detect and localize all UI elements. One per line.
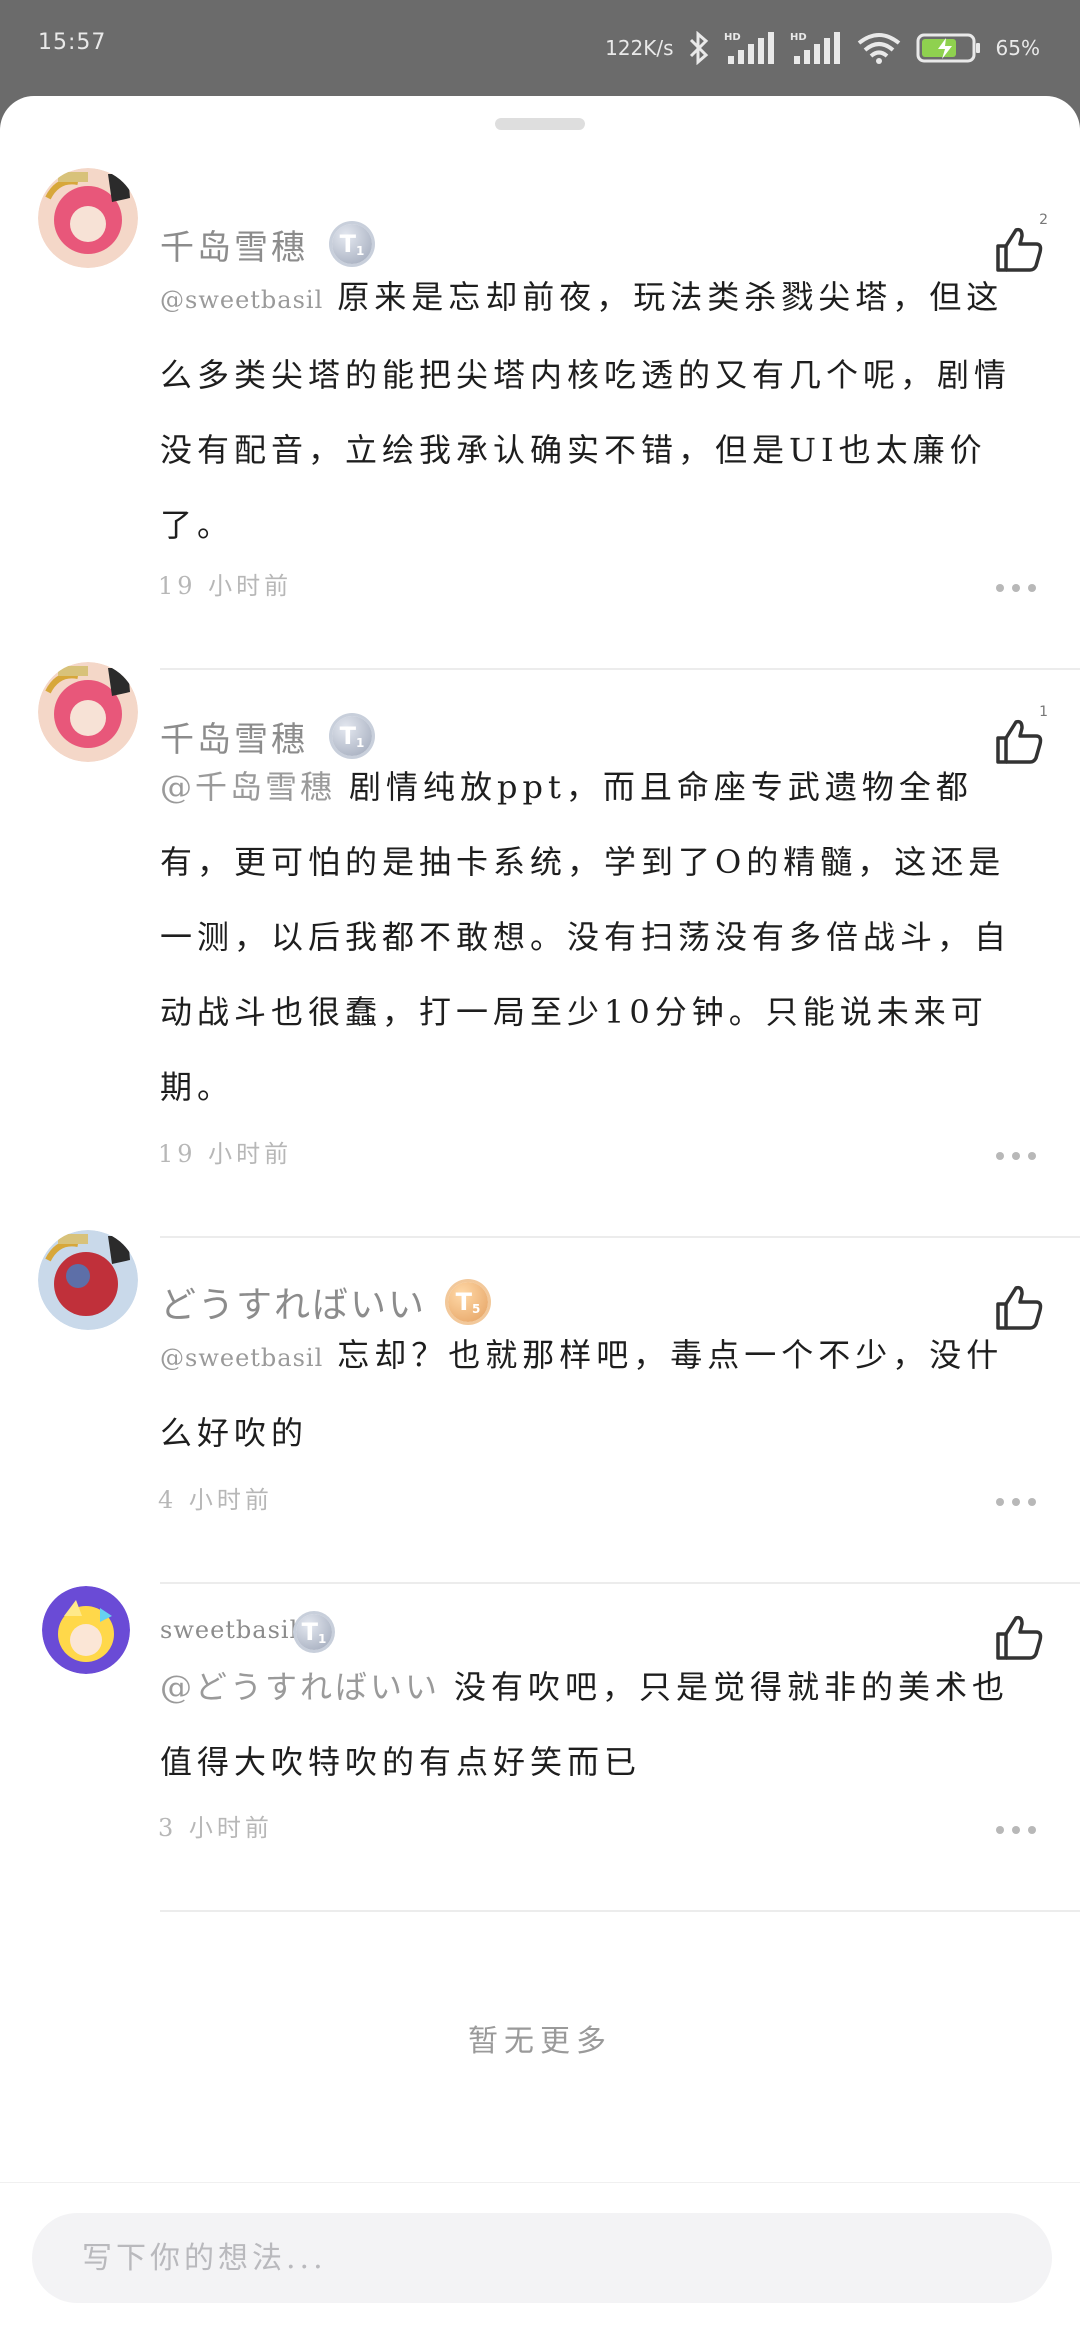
comment-input[interactable] <box>32 2213 1052 2303</box>
avatar[interactable] <box>38 662 138 762</box>
status-time: 15:57 <box>38 30 107 55</box>
bluetooth-icon <box>688 31 710 65</box>
battery-percent: 65% <box>995 36 1040 60</box>
username[interactable]: sweetbasil <box>160 1616 298 1644</box>
avatar[interactable] <box>42 1586 130 1674</box>
svg-text:HD: HD <box>724 32 741 43</box>
divider <box>160 1910 1080 1912</box>
divider <box>160 1582 1080 1584</box>
comment-text: @sweetbasil 原来是忘却前夜，玩法类杀戮尖塔，但这么多类尖塔的能把尖塔内… <box>160 278 1012 544</box>
timestamp: 3 小时前 <box>158 1814 273 1842</box>
divider <box>160 668 1080 670</box>
avatar[interactable] <box>38 1230 138 1330</box>
signal-hd-icon: HD <box>724 30 776 66</box>
comment-text: @どうすればいい 没有吹吧，只是觉得就非的美术也值得大吹特吹的有点好笑而已 <box>160 1668 1010 1781</box>
svg-text:HD: HD <box>790 32 807 43</box>
divider <box>160 1236 1080 1238</box>
level-badge: T1 <box>296 1614 332 1650</box>
battery-charging-icon <box>916 32 982 64</box>
comment-sheet: 千岛雪穗 T1 2 @sweetbasil 原来是忘却前夜，玩法类杀戮尖塔，但这么… <box>0 96 1080 2340</box>
timestamp: 19 小时前 <box>158 572 293 600</box>
wifi-icon <box>856 31 902 65</box>
more-options-button[interactable] <box>996 578 1036 598</box>
mention[interactable]: @sweetbasil <box>160 1344 323 1372</box>
signal-hd-icon-2: HD <box>790 30 842 66</box>
drag-handle[interactable] <box>495 118 585 130</box>
status-bar: 15:57 122K/s HD HD 65% <box>0 0 1080 96</box>
avatar[interactable] <box>38 168 138 268</box>
more-options-button[interactable] <box>996 1820 1036 1840</box>
more-options-button[interactable] <box>996 1492 1036 1512</box>
status-icons: 122K/s HD HD 65% <box>605 24 1040 72</box>
comment-text: @千岛雪穗 剧情纯放ppt，而且命座专武遗物全都有，更可怕的是抽卡系统，学到了O的… <box>160 768 1012 1106</box>
comment-text: @sweetbasil 忘却？也就那样吧，毒点一个不少，没什么好吹的 <box>160 1336 1004 1452</box>
network-speed: 122K/s <box>605 36 674 60</box>
like-count: 1 <box>1039 704 1048 720</box>
like-count: 2 <box>1039 212 1048 228</box>
timestamp: 4 小时前 <box>158 1486 273 1514</box>
mention[interactable]: @どうすればいい <box>160 1668 440 1706</box>
timestamp: 19 小时前 <box>158 1140 293 1168</box>
level-badge: T5 <box>448 1282 488 1322</box>
comment-input-bar <box>0 2182 1080 2340</box>
mention[interactable]: @千岛雪穗 <box>160 768 335 806</box>
more-options-button[interactable] <box>996 1146 1036 1166</box>
no-more-text: 暂无更多 <box>468 2024 612 2059</box>
level-badge: T1 <box>332 224 372 264</box>
mention[interactable]: @sweetbasil <box>160 286 323 314</box>
